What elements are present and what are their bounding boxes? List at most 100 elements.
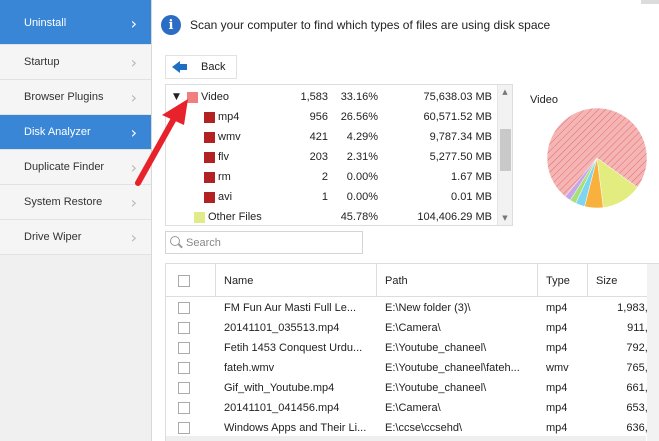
table-row[interactable]: fateh.wmv E:\Youtube_chaneel\fateh... wm… [166,358,659,378]
table-horizontal-scrollbar[interactable] [166,436,646,441]
main-panel: i Scan your computer to find which types… [153,0,659,441]
table-vertical-scrollbar[interactable] [647,264,659,441]
chevron-right-icon: › [130,52,137,72]
color-swatch [204,171,215,183]
cell-name: Gif_with_Youtube.mp4 [224,382,335,394]
color-swatch [204,151,215,163]
sidebar-item-label: Browser Plugins [24,91,104,103]
cell-path: E:\ccse\ccsehd\ [385,422,463,434]
back-arrow-icon [172,60,188,74]
row-checkbox[interactable] [178,342,190,354]
tree-row-video[interactable]: ▼ Video 1,583 33.16% 75,638.03 MB [166,87,498,107]
color-swatch [204,111,215,123]
window-control[interactable] [641,0,659,4]
table-row[interactable]: 20141101_035513.mp4 E:\Camera\ mp4 911,9… [166,318,659,338]
annotation-arrow-icon [135,99,188,186]
cell-type: mp4 [546,402,568,414]
tree-pct: 45.78% [340,211,378,223]
tree-count: 421 [309,131,328,143]
table-header: Name Path Type Size [166,264,659,297]
tree-size: 75,638.03 MB [423,91,493,103]
scroll-up-icon[interactable]: ▲ [498,85,512,99]
table-row[interactable]: Windows Apps and Their Li... E:\ccse\ccs… [166,418,659,438]
tree-count: 203 [309,151,328,163]
info-text: Scan your computer to find which types o… [190,18,551,32]
tree-count: 956 [309,111,328,123]
tree-pct: 4.29% [346,131,378,143]
tree-pct: 0.00% [346,171,378,183]
tree-row-wmv[interactable]: wmv 421 4.29% 9,787.34 MB [166,127,498,147]
tree-row-other-files[interactable]: Other Files 45.78% 104,406.29 MB [166,207,498,225]
tree-size: 1.67 MB [451,171,492,183]
tree-scrollbar[interactable]: ▲ ▼ [497,85,512,225]
tree-name: Video [201,91,229,103]
pie-label: Video [530,94,558,106]
sidebar-item-label: Disk Analyzer [24,126,91,138]
search-box[interactable] [165,231,363,254]
cell-type: mp4 [546,302,568,314]
tree-name: wmv [218,131,241,143]
tree-count: 1 [321,191,328,203]
chevron-right-icon: › [130,192,137,212]
header-path[interactable]: Path [377,264,538,297]
sidebar-item-label: Uninstall [24,17,67,29]
color-swatch [194,211,205,223]
table-row[interactable]: Fetih 1453 Conquest Urdu... E:\Youtube_c… [166,338,659,358]
tree-name: avi [218,191,233,203]
disk-usage-pie-chart [546,107,648,209]
tree-size: 0.01 MB [451,191,492,203]
sidebar-item-drive-wiper[interactable]: Drive Wiper › [0,220,151,255]
scroll-thumb[interactable] [500,129,511,171]
cell-path: E:\Camera\ [385,402,441,414]
row-checkbox[interactable] [178,402,190,414]
select-all-checkbox-cell[interactable] [166,264,216,297]
back-button[interactable]: Back [165,55,237,79]
cell-type: mp4 [546,422,568,434]
table-row[interactable]: FM Fun Aur Masti Full Le... E:\New folde… [166,298,659,318]
header-type[interactable]: Type [538,264,588,297]
row-checkbox[interactable] [178,362,190,374]
row-checkbox[interactable] [178,302,190,314]
table-row[interactable]: Gif_with_Youtube.mp4 E:\Youtube_chaneel\… [166,378,659,398]
cell-name: Windows Apps and Their Li... [224,422,367,434]
chevron-right-icon: › [130,13,137,33]
back-label: Back [201,61,226,73]
sidebar-item-label: System Restore [24,196,103,208]
cell-name: 20141101_041456.mp4 [224,402,340,414]
file-type-tree: ▼ Video 1,583 33.16% 75,638.03 MB mp4 95… [165,84,513,226]
row-checkbox[interactable] [178,422,190,434]
tree-row-rm[interactable]: rm 2 0.00% 1.67 MB [166,167,498,187]
info-bar: i Scan your computer to find which types… [153,10,659,40]
chevron-right-icon: › [130,227,137,247]
cell-type: mp4 [546,342,568,354]
header-name[interactable]: Name [216,264,377,297]
cell-name: 20141101_035513.mp4 [224,322,340,334]
header-size[interactable]: Size [588,264,648,297]
scroll-down-icon[interactable]: ▼ [498,211,512,225]
tree-size: 5,277.50 MB [429,151,492,163]
cell-path: E:\Youtube_chaneel\ [385,382,487,394]
tree-row-mp4[interactable]: mp4 956 26.56% 60,571.52 MB [166,107,498,127]
sidebar-item-uninstall[interactable]: Uninstall › [0,0,151,45]
search-input[interactable] [186,236,356,249]
cell-path: E:\Camera\ [385,322,441,334]
tree-row-flv[interactable]: flv 203 2.31% 5,277.50 MB [166,147,498,167]
sidebar-item-label: Startup [24,56,60,68]
tree-name: mp4 [218,111,240,123]
sidebar-item-startup[interactable]: Startup › [0,45,151,80]
tree-count: 1,583 [300,91,328,103]
select-all-checkbox[interactable] [178,274,190,287]
table-row[interactable]: 20141101_041456.mp4 E:\Camera\ mp4 653,3… [166,398,659,418]
cell-name: fateh.wmv [224,362,275,374]
color-swatch [204,191,215,203]
tree-name: flv [218,151,229,163]
row-checkbox[interactable] [178,322,190,334]
sidebar-item-label: Duplicate Finder [24,161,105,173]
tree-pct: 26.56% [340,111,378,123]
cell-name: FM Fun Aur Masti Full Le... [224,302,357,314]
tree-row-avi[interactable]: avi 1 0.00% 0.01 MB [166,187,498,207]
tree-count: 2 [321,171,328,183]
cell-name: Fetih 1453 Conquest Urdu... [224,342,363,354]
tree-size: 60,571.52 MB [423,111,493,123]
row-checkbox[interactable] [178,382,190,394]
